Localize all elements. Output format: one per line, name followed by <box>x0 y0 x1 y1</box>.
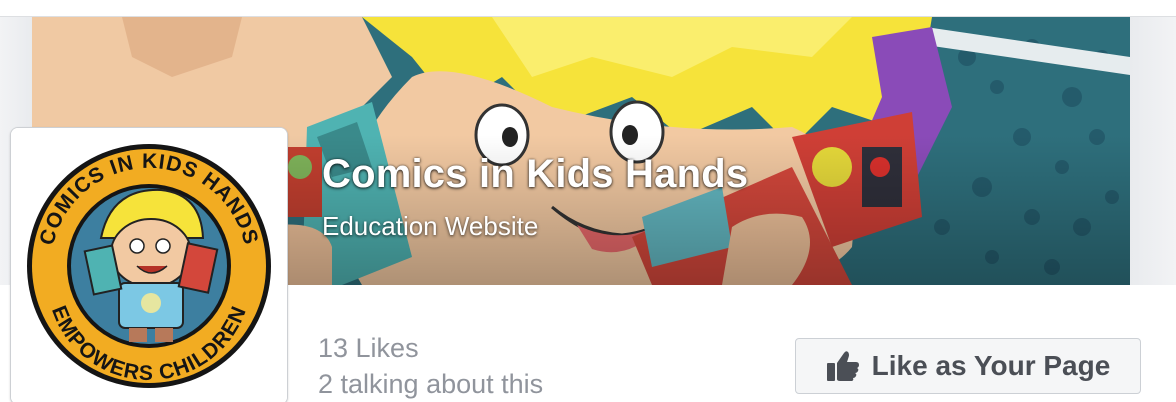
thumbs-up-icon <box>826 350 860 382</box>
likes-count[interactable]: 13 Likes <box>318 330 543 366</box>
page-title[interactable]: Comics in Kids Hands <box>322 152 748 197</box>
page-category[interactable]: Education Website <box>322 211 538 242</box>
like-button-label: Like as Your Page <box>871 350 1111 381</box>
cover-gutter-right <box>1130 17 1176 285</box>
comics-logo-icon: COMICS IN KIDS HANDS EMPOWERS CHILDREN <box>11 128 287 402</box>
talking-about-count: 2 talking about this <box>318 369 544 399</box>
like-as-your-page-button[interactable]: Like as Your Page <box>795 338 1141 394</box>
facebook-page-header: Comics in Kids Hands Education Website C… <box>0 0 1176 402</box>
top-border <box>0 0 1176 17</box>
page-stats: 13 Likes 2 talking about this <box>318 330 543 402</box>
profile-picture[interactable]: COMICS IN KIDS HANDS EMPOWERS CHILDREN <box>10 127 288 402</box>
